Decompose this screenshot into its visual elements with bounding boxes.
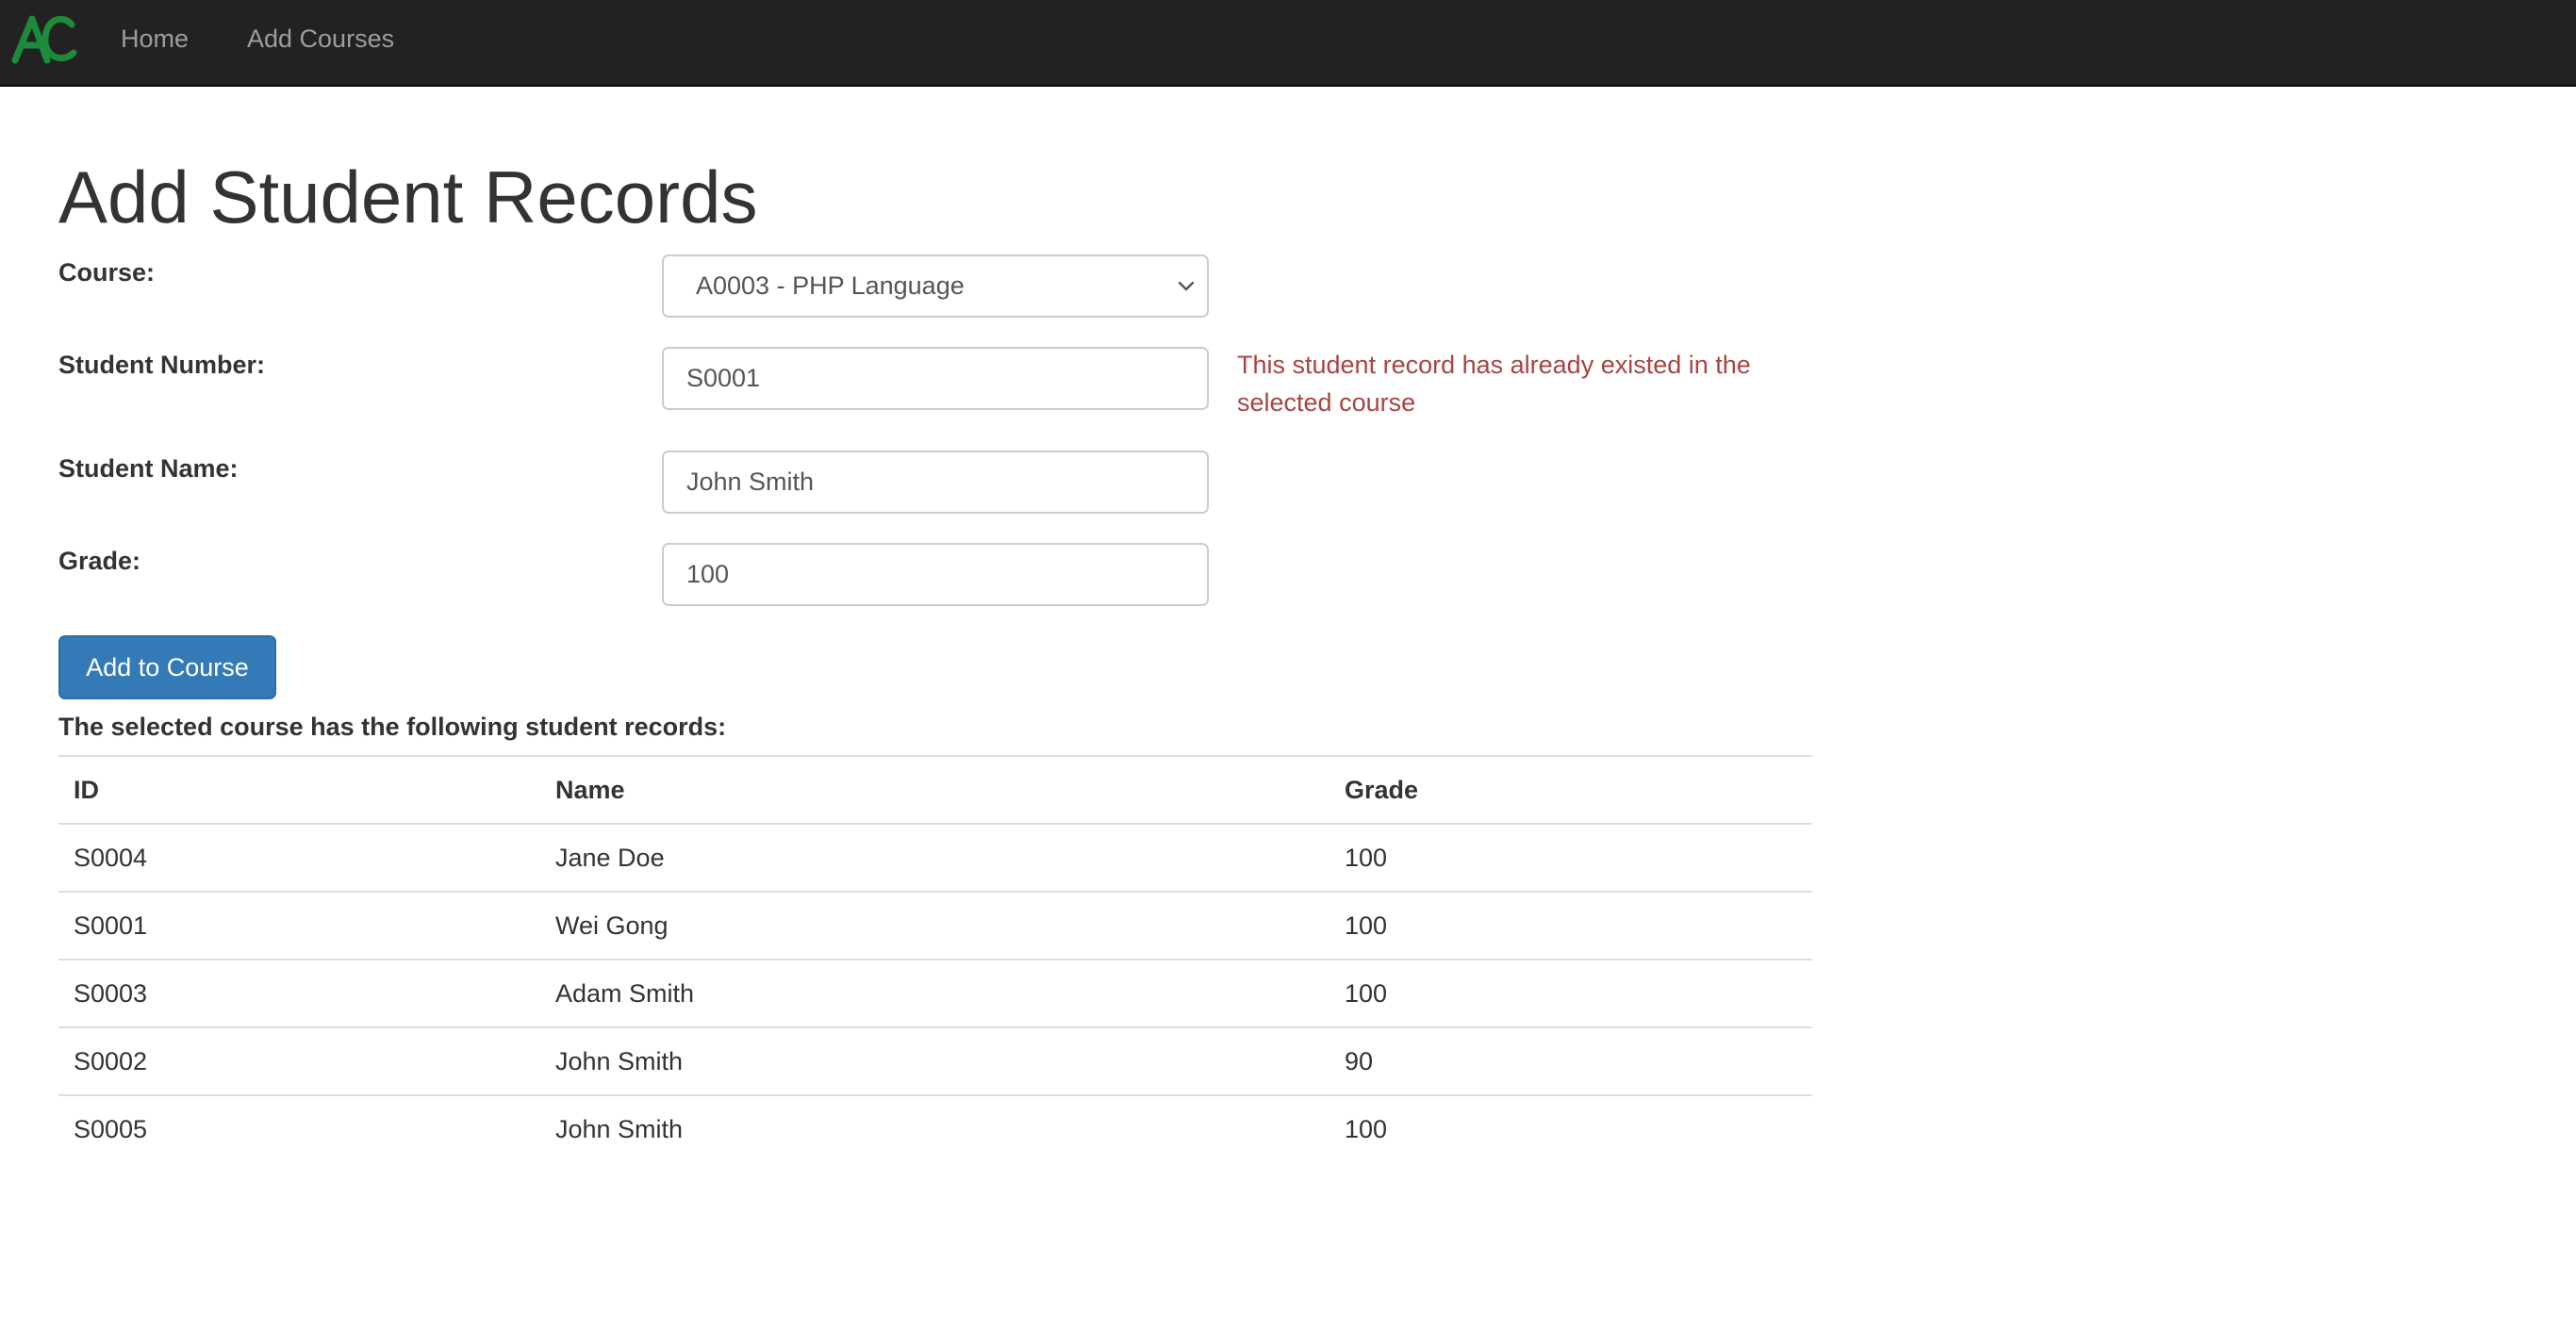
cell-name: Adam Smith bbox=[540, 959, 1329, 1027]
course-label: Course: bbox=[58, 258, 156, 287]
cell-grade: 100 bbox=[1329, 959, 1812, 1027]
table-header-row: ID Name Grade bbox=[58, 755, 1812, 825]
cell-name: John Smith bbox=[540, 1094, 1329, 1163]
records-table: ID Name Grade S0004 Jane Doe 100 S0001 W… bbox=[58, 755, 1812, 1163]
cell-name: Wei Gong bbox=[540, 891, 1329, 960]
cell-grade: 100 bbox=[1329, 823, 1812, 892]
student-number-error: This student record has already existed … bbox=[1237, 351, 1751, 417]
student-name-input[interactable]: John Smith bbox=[662, 451, 1209, 514]
records-caption: The selected course has the following st… bbox=[58, 713, 727, 741]
student-name-label: Student Name: bbox=[58, 454, 239, 483]
table-row: S0004 Jane Doe 100 bbox=[58, 823, 1812, 892]
cell-grade: 90 bbox=[1329, 1026, 1812, 1095]
cell-id: S0004 bbox=[58, 823, 540, 892]
course-select[interactable]: A0003 - PHP Language bbox=[662, 254, 1209, 318]
grade-input[interactable]: 100 bbox=[662, 543, 1209, 606]
cell-grade: 100 bbox=[1329, 1094, 1812, 1163]
grade-label: Grade: bbox=[58, 547, 141, 575]
student-number-label: Student Number: bbox=[58, 351, 265, 379]
column-header-id: ID bbox=[58, 755, 540, 825]
top-navbar: Home Add Courses bbox=[0, 0, 2576, 87]
page-title: Add Student Records bbox=[58, 156, 758, 238]
nav-link-home[interactable]: Home bbox=[121, 23, 189, 55]
cell-grade: 100 bbox=[1329, 891, 1812, 960]
ac-logo-icon[interactable] bbox=[9, 11, 77, 66]
table-row: S0002 John Smith 90 bbox=[58, 1026, 1812, 1095]
chevron-down-icon bbox=[1178, 281, 1195, 291]
cell-id: S0002 bbox=[58, 1026, 540, 1095]
cell-name: John Smith bbox=[540, 1026, 1329, 1095]
student-number-input[interactable]: S0001 bbox=[662, 347, 1209, 410]
table-row: S0003 Adam Smith 100 bbox=[58, 959, 1812, 1027]
nav-link-add-courses[interactable]: Add Courses bbox=[247, 23, 394, 55]
cell-name: Jane Doe bbox=[540, 823, 1329, 892]
cell-id: S0003 bbox=[58, 959, 540, 1027]
course-selected-value: A0003 - PHP Language bbox=[696, 271, 965, 300]
column-header-name: Name bbox=[540, 755, 1329, 825]
cell-id: S0005 bbox=[58, 1094, 540, 1163]
cell-id: S0001 bbox=[58, 891, 540, 960]
add-to-course-button[interactable]: Add to Course bbox=[58, 635, 276, 699]
column-header-grade: Grade bbox=[1329, 755, 1812, 825]
table-row: S0005 John Smith 100 bbox=[58, 1094, 1812, 1163]
table-row: S0001 Wei Gong 100 bbox=[58, 891, 1812, 960]
